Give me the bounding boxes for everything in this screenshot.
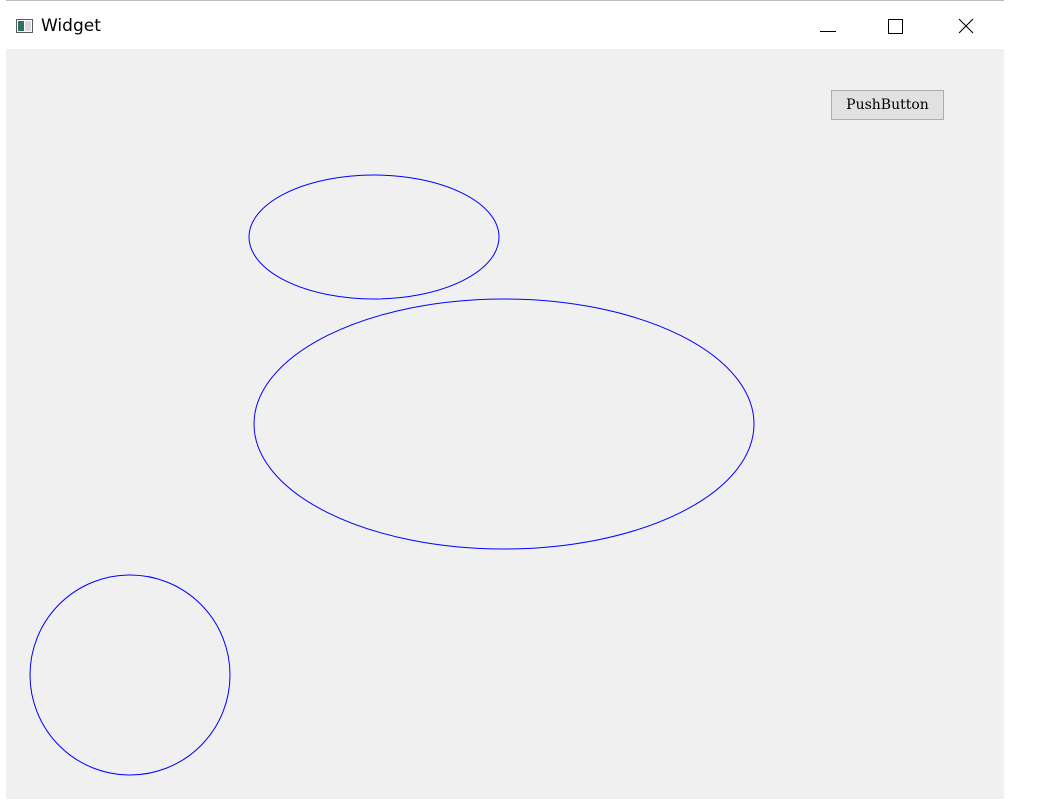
drawing-canvas <box>29 174 755 776</box>
push-button[interactable]: PushButton <box>831 90 944 120</box>
maximize-button[interactable] <box>872 1 918 49</box>
widget-client-area: PushButton <box>6 49 1004 799</box>
close-button[interactable] <box>942 1 988 49</box>
window-title: Widget <box>41 16 101 36</box>
app-window-icon <box>16 19 33 33</box>
close-icon <box>958 18 974 34</box>
app-window: Widget PushButton <box>6 0 1004 799</box>
maximize-icon <box>888 19 903 34</box>
minimize-icon <box>820 31 836 32</box>
circle <box>29 574 231 776</box>
large-ellipse <box>253 298 755 550</box>
title-bar[interactable]: Widget <box>6 1 1004 49</box>
minimize-button[interactable] <box>804 1 850 49</box>
small-ellipse <box>248 174 500 300</box>
